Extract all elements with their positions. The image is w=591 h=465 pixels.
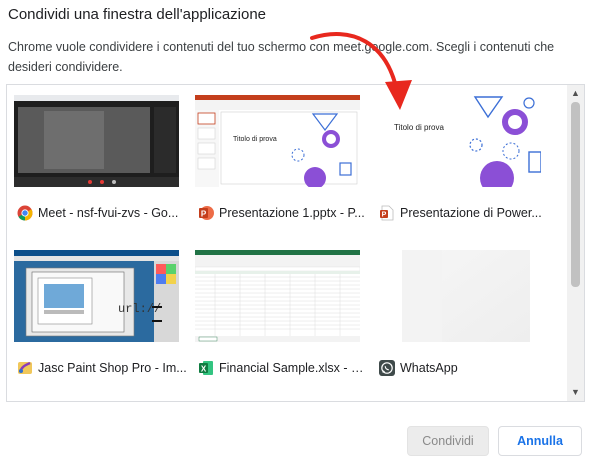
powerpoint-icon: P <box>198 205 214 221</box>
dialog-title: Condividi una finestra dell'applicazione <box>8 6 267 23</box>
window-thumbnail: url:// <box>14 250 179 342</box>
window-grid: Meet - nsf-fvui-zvs - Go... Titolo di pr… <box>7 85 566 401</box>
window-tile-presentazione-di-powerpoint[interactable]: Titolo di prova P Presentazione di Power… <box>369 85 549 235</box>
window-thumbnail <box>14 95 179 187</box>
window-tile-financial-sample[interactable]: X Financial Sample.xlsx - E... <box>188 240 368 390</box>
window-thumbnail <box>376 250 541 342</box>
window-thumbnail <box>195 250 360 342</box>
share-button[interactable]: Condividi <box>407 426 489 456</box>
window-tile-presentazione-1[interactable]: Titolo di prova P Presentazione 1.pptx -… <box>188 85 368 235</box>
thumb-title-text: Titolo di prova <box>233 136 277 143</box>
powerpoint-doc-icon: P <box>379 205 395 221</box>
paint-shop-pro-icon <box>17 360 33 376</box>
scroll-up-icon[interactable]: ▲ <box>567 85 584 102</box>
svg-text:url://: url:// <box>118 302 161 316</box>
svg-text:P: P <box>382 212 387 219</box>
scrollbar-thumb[interactable] <box>571 102 580 287</box>
window-thumbnail: Titolo di prova <box>376 95 541 187</box>
window-tile-paint-shop-pro[interactable]: url:// Jasc Paint Shop Pro - Im... <box>7 240 187 390</box>
window-label: Financial Sample.xlsx - E... <box>219 361 368 375</box>
svg-text:X: X <box>201 365 207 374</box>
svg-text:P: P <box>201 210 207 219</box>
window-tile-meet[interactable]: Meet - nsf-fvui-zvs - Go... <box>7 85 187 235</box>
window-tile-whatsapp[interactable]: WhatsApp <box>369 240 549 390</box>
excel-icon: X <box>198 360 214 376</box>
window-label: WhatsApp <box>400 361 458 375</box>
thumb-title-text: Titolo di prova <box>394 123 445 132</box>
window-thumbnail: Titolo di prova <box>195 95 360 187</box>
window-label: Presentazione 1.pptx - P... <box>219 206 365 220</box>
window-picker: Meet - nsf-fvui-zvs - Go... Titolo di pr… <box>6 84 585 402</box>
window-label: Meet - nsf-fvui-zvs - Go... <box>38 206 179 220</box>
chrome-icon <box>17 205 33 221</box>
scrollbar[interactable]: ▲ ▼ <box>567 85 584 401</box>
whatsapp-icon <box>379 360 395 376</box>
dialog-description: Chrome vuole condividere i contenuti del… <box>8 40 555 74</box>
window-label: Presentazione di Power... <box>400 206 542 220</box>
cancel-button[interactable]: Annulla <box>498 426 582 456</box>
scroll-down-icon[interactable]: ▼ <box>567 384 584 401</box>
window-label: Jasc Paint Shop Pro - Im... <box>38 361 187 375</box>
